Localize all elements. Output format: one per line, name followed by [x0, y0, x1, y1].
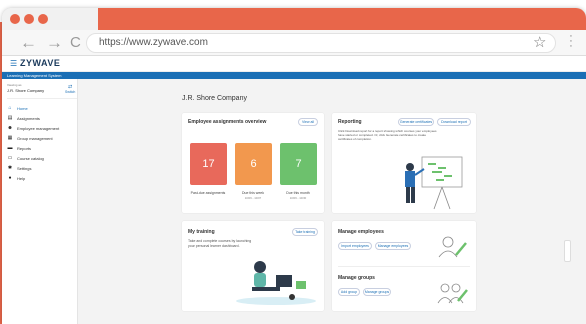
main-content: J.R. Shore Company Employee assignments …	[78, 79, 586, 324]
browser-titlebar	[2, 8, 586, 30]
due-week-range: 10/06 - 10/07	[244, 196, 262, 200]
browser-tab[interactable]	[98, 8, 586, 30]
sidebar-item-assignments[interactable]: ▤ Assignments	[2, 113, 78, 123]
training-card: My training Take training Take and compl…	[182, 221, 324, 311]
manage-employees-button[interactable]: Manage employees	[375, 242, 411, 250]
reporting-card: Reporting Generate certificates Download…	[332, 113, 476, 213]
maximize-window-icon[interactable]	[38, 14, 48, 24]
feedback-tab[interactable]	[564, 240, 571, 262]
assignments-card: Employee assignments overview View all 1…	[182, 113, 324, 213]
browser-window: ← → C https://www.zywave.com ☆ · · · ☰ ZYW…	[2, 8, 586, 324]
star-icon[interactable]: ☆	[533, 33, 546, 51]
card-divider	[338, 266, 470, 267]
sidebar-item-home[interactable]: ⌂ Home	[2, 103, 78, 113]
page-title: J.R. Shore Company	[182, 95, 247, 102]
minimize-window-icon[interactable]	[24, 14, 34, 24]
group-icon: ▦	[7, 135, 13, 141]
system-bar: Learning Management System	[2, 72, 586, 79]
company-switcher: Viewing as J.R. Shore Company ⇄ Switch	[7, 83, 77, 99]
help-icon: ●	[8, 175, 12, 181]
download-report-button[interactable]: Download report	[437, 118, 471, 126]
chart-icon: ▬	[7, 145, 13, 151]
app-area: ☰ ZYWAVE Learning Management System View…	[2, 56, 586, 324]
reporting-description: Click Download report for a report showi…	[338, 129, 437, 141]
url-bar[interactable]: https://www.zywave.com	[86, 33, 556, 53]
sidebar-item-help[interactable]: ● Help	[2, 173, 78, 183]
manage-card: Manage employees Import employees Manage…	[332, 221, 476, 311]
add-group-button[interactable]: Add group	[338, 288, 360, 296]
app-header: ☰ ZYWAVE	[2, 56, 586, 72]
kebab-icon[interactable]: · · ·	[568, 31, 574, 52]
import-employees-button[interactable]: Import employees	[338, 242, 372, 250]
sidebar: Viewing as J.R. Shore Company ⇄ Switch ⌂…	[2, 79, 78, 324]
manage-groups-title: Manage groups	[338, 275, 375, 281]
sidebar-item-reports[interactable]: ▬ Reports	[2, 143, 78, 153]
gear-icon: ✱	[7, 165, 13, 171]
due-month-tile[interactable]: 7	[280, 143, 317, 185]
home-icon: ⌂	[8, 105, 12, 111]
switch-company-button[interactable]: ⇄ Switch	[65, 84, 75, 94]
clipboard-icon: ▤	[7, 115, 13, 121]
training-illustration	[236, 261, 316, 305]
training-title: My training	[188, 229, 215, 235]
arrow-left-icon[interactable]: ←	[20, 33, 37, 53]
due-month-label: Due this month	[286, 191, 310, 195]
reporting-title: Reporting	[338, 119, 362, 125]
person-icon: ☻	[7, 125, 13, 131]
past-due-label: Past-due assignments	[190, 191, 226, 195]
past-due-tile[interactable]: 17	[190, 143, 227, 185]
due-month-range: 10/06 - 10/30	[289, 196, 307, 200]
logo: ZYWAVE	[20, 58, 61, 68]
due-week-label: Due this week	[242, 191, 264, 195]
group-illustration	[437, 283, 468, 304]
take-training-button[interactable]: Take training	[292, 228, 318, 236]
arrow-right-icon[interactable]: →	[46, 33, 63, 53]
generate-certificates-button[interactable]: Generate certificates	[398, 118, 434, 126]
sidebar-item-employee-management[interactable]: ☻ Employee management	[2, 123, 78, 133]
due-week-tile[interactable]: 6	[235, 143, 272, 185]
manage-groups-button[interactable]: Manage groups	[363, 288, 391, 296]
employee-illustration	[438, 236, 467, 258]
manage-employees-title: Manage employees	[338, 229, 384, 235]
sidebar-nav: ⌂ Home ▤ Assignments ☻ Employee manageme…	[2, 103, 78, 183]
sidebar-item-settings[interactable]: ✱ Settings	[2, 163, 78, 173]
training-description: Take and complete courses by launching y…	[188, 239, 252, 248]
reload-icon[interactable]: C	[70, 33, 81, 53]
sidebar-item-course-catalog[interactable]: ▭ Course catalog	[2, 153, 78, 163]
assignments-title: Employee assignments overview	[188, 119, 267, 125]
close-window-icon[interactable]	[10, 14, 20, 24]
browser-toolbar: ← → C https://www.zywave.com ☆ · · ·	[2, 30, 586, 56]
book-icon: ▭	[7, 155, 13, 161]
sidebar-item-group-management[interactable]: ▦ Group management	[2, 133, 78, 143]
reporting-illustration	[405, 156, 463, 210]
view-all-button[interactable]: View all	[298, 118, 318, 126]
hamburger-icon[interactable]: ☰	[10, 59, 17, 68]
